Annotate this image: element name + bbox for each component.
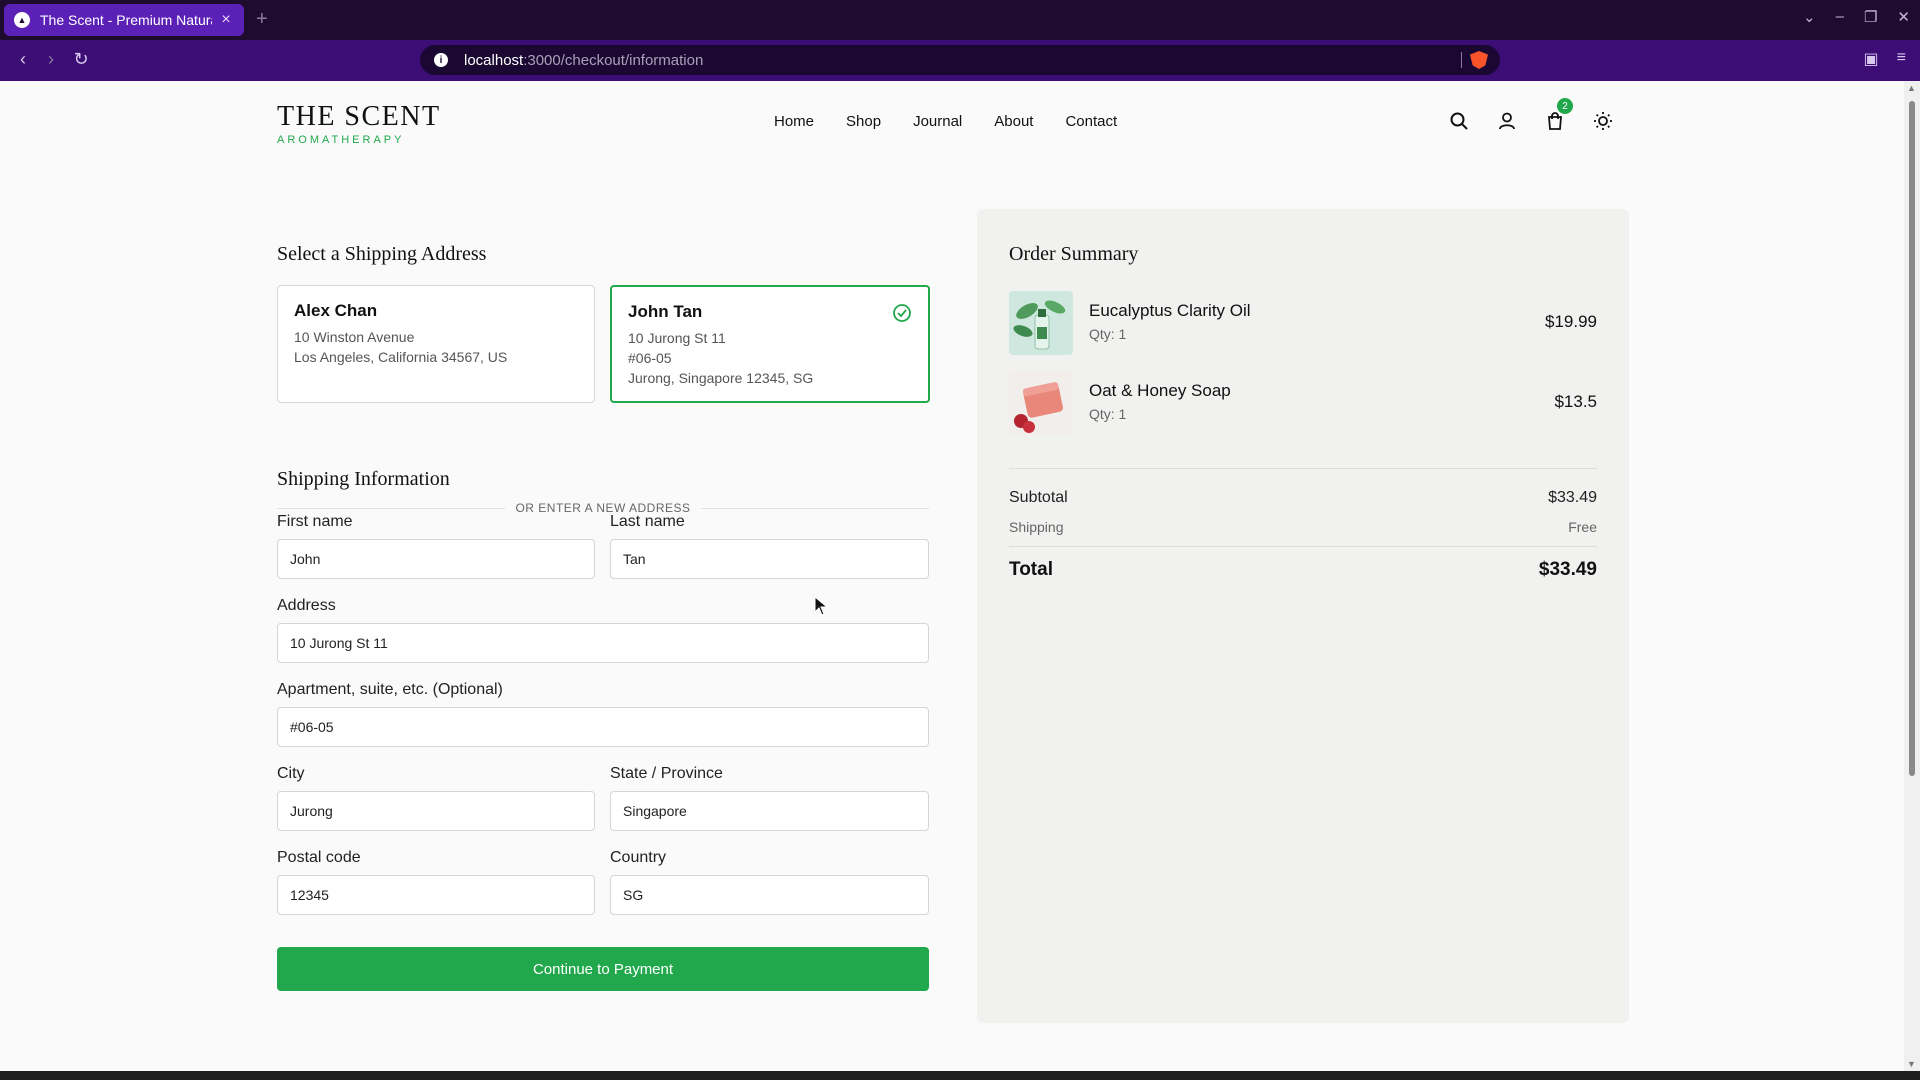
country-label: Country	[610, 849, 667, 866]
postal-code-input[interactable]	[277, 875, 595, 915]
item-price: $13.5	[1554, 392, 1597, 411]
browser-toolbar: ‹ › ↻ i localhost:3000/checkout/informat…	[0, 40, 1920, 81]
scroll-up-icon[interactable]: ▲	[1907, 83, 1916, 93]
forward-icon[interactable]: ›	[40, 49, 62, 70]
subtotal-value: $33.49	[1548, 489, 1597, 506]
menu-icon[interactable]: ≡	[1897, 49, 1906, 69]
url-separator	[1461, 52, 1462, 68]
summary-item: Oat & Honey Soap Qty: 1 $13.5	[1009, 371, 1597, 435]
url-bar[interactable]: i localhost:3000/checkout/information	[420, 45, 1500, 75]
back-icon[interactable]: ‹	[12, 49, 34, 70]
address-line: Los Angeles, California 34567, US	[294, 349, 508, 365]
address-line: 10 Jurong St 11	[628, 330, 726, 346]
page: THE SCENT AROMATHERAPY Home Shop Journal…	[0, 81, 1904, 1071]
total-value: $33.49	[1538, 559, 1597, 580]
shipping-row: Shipping Free	[1009, 519, 1597, 535]
search-icon[interactable]	[1447, 109, 1471, 133]
summary-divider	[1009, 468, 1597, 469]
address-name: Alex Chan	[294, 301, 378, 320]
summary-divider	[1009, 546, 1597, 547]
new-address-divider: OR ENTER A NEW ADDRESS	[277, 498, 929, 518]
address-label: Address	[277, 597, 336, 614]
close-tab-icon[interactable]: ×	[218, 11, 234, 29]
subtotal-label: Subtotal	[1009, 489, 1068, 506]
browser-tab[interactable]: ▲ The Scent - Premium Natura ×	[4, 4, 244, 36]
city-input[interactable]	[277, 791, 595, 831]
url-path: :3000/checkout/information	[523, 51, 704, 69]
last-name-input[interactable]	[610, 539, 929, 579]
maximize-icon[interactable]: ❐	[1864, 8, 1877, 26]
city-label: City	[277, 765, 305, 782]
logo-title[interactable]: THE SCENT	[277, 101, 441, 133]
select-address-title: Select a Shipping Address	[277, 243, 487, 265]
account-icon[interactable]	[1495, 109, 1519, 133]
extension-icons: ▣ ≡	[1864, 49, 1906, 69]
address-line: 10 Winston Avenue	[294, 329, 415, 345]
reload-icon[interactable]: ↻	[70, 49, 92, 70]
state-input[interactable]	[610, 791, 929, 831]
url-host: localhost	[464, 51, 524, 69]
order-summary-panel: Order Summary Eucalyptus Clarity Oil Qty…	[977, 209, 1629, 1023]
apartment-input[interactable]	[277, 707, 929, 747]
shipping-info-title: Shipping Information	[277, 468, 450, 490]
item-name: Oat & Honey Soap	[1089, 381, 1231, 400]
address-name: John Tan	[628, 302, 703, 321]
cart-count-badge: 2	[1557, 98, 1573, 114]
brave-shields-icon[interactable]	[1470, 51, 1488, 69]
tab-title: The Scent - Premium Natura	[40, 12, 212, 28]
site-header: THE SCENT AROMATHERAPY Home Shop Journal…	[277, 98, 1627, 151]
address-input[interactable]	[277, 623, 929, 663]
order-summary-title: Order Summary	[1009, 243, 1139, 265]
window-controls: ⌄ – ❐ ✕	[1803, 8, 1910, 26]
apartment-label: Apartment, suite, etc. (Optional)	[277, 681, 503, 698]
browser-tab-bar: ▲ The Scent - Premium Natura × + ⌄ – ❐ ✕	[0, 0, 1920, 40]
scrollbar-thumb[interactable]	[1909, 101, 1915, 776]
address-card-john-tan[interactable]: John Tan 10 Jurong St 11 #06-05 Jurong, …	[610, 285, 930, 403]
postal-code-label: Postal code	[277, 849, 361, 866]
first-name-input[interactable]	[277, 539, 595, 579]
nav-home[interactable]: Home	[774, 113, 814, 130]
new-tab-icon[interactable]: +	[256, 8, 268, 31]
subtotal-row: Subtotal $33.49	[1009, 489, 1597, 507]
theme-toggle-icon[interactable]	[1591, 109, 1615, 133]
page-scrollbar[interactable]: ▲ ▼	[1904, 81, 1920, 1071]
main-nav: Home Shop Journal About Contact	[774, 113, 1117, 130]
nav-shop[interactable]: Shop	[846, 113, 881, 130]
total-row: Total $33.49	[1009, 559, 1597, 581]
selected-check-icon	[892, 303, 912, 328]
site-favicon-icon: ▲	[14, 12, 30, 28]
wallet-icon[interactable]: ▣	[1864, 49, 1879, 69]
summary-item: Eucalyptus Clarity Oil Qty: 1 $19.99	[1009, 291, 1597, 355]
info-icon[interactable]: i	[434, 53, 448, 67]
address-line: Jurong, Singapore 12345, SG	[628, 370, 814, 386]
nav-journal[interactable]: Journal	[913, 113, 962, 130]
shipping-label: Shipping	[1009, 519, 1064, 535]
item-name: Eucalyptus Clarity Oil	[1089, 301, 1251, 320]
first-name-label: First name	[277, 513, 353, 530]
total-label: Total	[1009, 559, 1053, 580]
address-card-alex-chan[interactable]: Alex Chan 10 Winston Avenue Los Angeles,…	[277, 285, 595, 403]
tab-list-icon[interactable]: ⌄	[1803, 8, 1816, 26]
shipping-value: Free	[1568, 519, 1597, 535]
country-input[interactable]	[610, 875, 929, 915]
item-qty: Qty: 1	[1089, 406, 1127, 422]
nav-contact[interactable]: Contact	[1065, 113, 1117, 130]
oat-honey-soap-image	[1009, 371, 1073, 435]
continue-to-payment-button[interactable]: Continue to Payment	[277, 947, 929, 991]
minimize-icon[interactable]: –	[1836, 8, 1844, 26]
item-qty: Qty: 1	[1089, 326, 1127, 342]
nav-about[interactable]: About	[994, 113, 1033, 130]
address-line: #06-05	[628, 350, 672, 366]
header-icons: 2	[1447, 98, 1615, 133]
cart-icon[interactable]: 2	[1543, 98, 1573, 133]
state-label: State / Province	[610, 765, 723, 782]
eucalyptus-oil-image	[1009, 291, 1073, 355]
scroll-down-icon[interactable]: ▼	[1907, 1059, 1916, 1069]
logo-subtitle: AROMATHERAPY	[277, 134, 405, 146]
mouse-cursor-icon	[814, 596, 828, 616]
item-price: $19.99	[1545, 312, 1597, 331]
last-name-label: Last name	[610, 513, 685, 530]
close-window-icon[interactable]: ✕	[1897, 8, 1910, 26]
bottom-edge	[0, 1071, 1920, 1080]
